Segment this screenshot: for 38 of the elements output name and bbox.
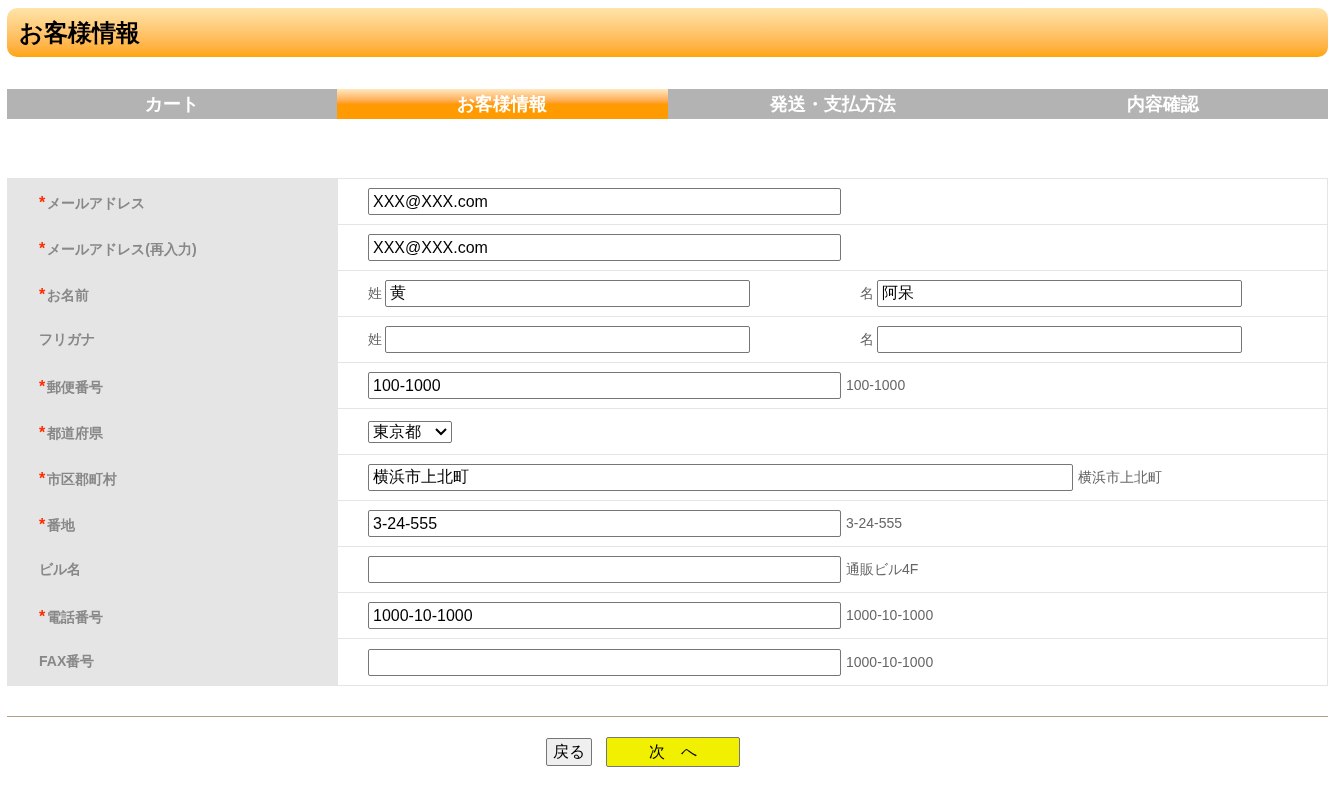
field-label: *電話番号 [39,607,104,627]
prefix-label: 名 [860,330,874,349]
next-button[interactable]: 次 へ [605,737,740,767]
input-field[interactable]: XXX@XXX.com [368,188,841,215]
chevron-down-icon [435,427,447,436]
input-field[interactable]: 阿呆 [877,280,1242,307]
field-label: *市区郡町村 [39,469,118,489]
example-text: 横浜市上北町 [1078,468,1162,487]
field-label: *メールアドレス [39,193,146,213]
field-label: *郵便番号 [39,377,104,397]
field-label: *番地 [39,515,76,535]
input-field[interactable]: 1000-10-1000 [368,602,841,629]
input-field[interactable]: 黄 [385,280,750,307]
prefix-label: 名 [860,284,874,303]
input-field[interactable] [368,556,841,583]
prefix-label: 姓 [368,284,382,303]
prefecture-select[interactable]: 東京都 [368,420,452,443]
example-text: 通販ビル4F [846,560,919,579]
example-text: 1000-10-1000 [846,652,934,672]
field-label: *メールアドレス(再入力) [39,239,197,259]
field-label: ビル名 [39,560,81,579]
field-label: フリガナ [39,330,95,349]
back-button[interactable]: 戻る [545,738,592,766]
page-title: お客様情報 [19,17,140,48]
field-label: *都道府県 [39,423,104,443]
input-field[interactable]: 横浜市上北町 [368,464,1073,491]
input-field[interactable] [385,326,750,353]
input-field[interactable]: 100-1000 [368,372,841,399]
example-text: 100-1000 [846,376,906,395]
input-field[interactable] [368,648,841,676]
field-label: FAX番号 [39,652,95,671]
input-field[interactable]: 3-24-555 [368,510,841,537]
prefix-label: 姓 [368,330,382,349]
input-field[interactable]: XXX@XXX.com [368,234,841,261]
example-text: 1000-10-1000 [846,606,934,625]
input-field[interactable] [877,326,1242,353]
field-label: *お名前 [39,285,90,305]
example-text: 3-24-555 [846,514,903,533]
